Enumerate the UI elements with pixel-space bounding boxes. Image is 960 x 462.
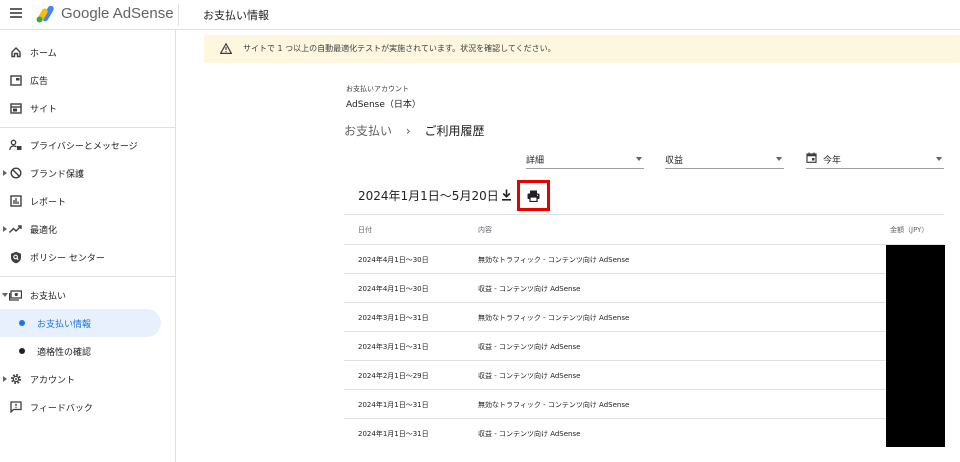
table-row[interactable]: 2024年1月1日～31日 無効なトラフィック - コンテンツ向け AdSens… bbox=[344, 389, 944, 418]
expand-icon bbox=[3, 376, 7, 382]
reports-icon bbox=[9, 195, 22, 208]
sidebar-item-optimization[interactable]: 最適化 bbox=[0, 215, 176, 243]
gear-icon bbox=[9, 373, 22, 386]
sidebar-item-sites[interactable]: サイト bbox=[0, 94, 176, 122]
ads-icon bbox=[9, 74, 22, 87]
row-description: 収益 - コンテンツ向け AdSense bbox=[478, 372, 581, 380]
sidebar-divider bbox=[0, 276, 176, 277]
sidebar-item-reports[interactable]: レポート bbox=[0, 187, 176, 215]
row-description: 無効なトラフィック - コンテンツ向け AdSense bbox=[478, 401, 630, 409]
table-row[interactable]: 2024年3月1日～31日 収益 - コンテンツ向け AdSense bbox=[344, 331, 944, 360]
row-date: 2024年3月1日～31日 bbox=[358, 343, 429, 351]
breadcrumb-current: ご利用履歴 bbox=[424, 124, 485, 138]
row-description: 収益 - コンテンツ向け AdSense bbox=[478, 430, 581, 438]
app-name: Google AdSense bbox=[61, 5, 174, 22]
payments-icon bbox=[9, 289, 22, 302]
row-description: 収益 - コンテンツ向け AdSense bbox=[478, 343, 581, 351]
table-divider bbox=[344, 214, 944, 215]
bullet-icon bbox=[19, 320, 25, 326]
chevron-down-icon bbox=[636, 157, 642, 161]
chevron-down-icon bbox=[936, 157, 942, 161]
sites-icon bbox=[9, 102, 22, 115]
sidebar-item-eligibility[interactable]: 適格性の確認 bbox=[0, 337, 176, 365]
sidebar-item-ads[interactable]: 広告 bbox=[0, 66, 176, 94]
column-header-date: 日付 bbox=[358, 226, 372, 234]
row-date: 2024年4月1日～30日 bbox=[358, 256, 429, 264]
sidebar-item-privacy[interactable]: プライバシーとメッセージ bbox=[0, 131, 176, 159]
sidebar-item-brand-safety[interactable]: ブランド保護 bbox=[0, 159, 176, 187]
sidebar-item-payments[interactable]: お支払い bbox=[0, 281, 176, 309]
redacted-amounts bbox=[886, 245, 945, 447]
chevron-right-icon: › bbox=[405, 124, 411, 138]
sidebar: ホーム 広告 サイト プライバシーとメッセージ ブランド保護 レポート 最適化 … bbox=[0, 30, 176, 462]
sidebar-item-feedback[interactable]: フィードバック bbox=[0, 393, 176, 421]
table-row[interactable]: 2024年4月1日～30日 無効なトラフィック - コンテンツ向け AdSens… bbox=[344, 244, 944, 273]
top-divider bbox=[178, 4, 179, 26]
notification-banner: サイトで 1 つ以上の自動最適化テストが実施されています。状況を確認してください… bbox=[204, 35, 960, 63]
calendar-icon bbox=[806, 152, 817, 163]
row-description: 無効なトラフィック - コンテンツ向け AdSense bbox=[478, 314, 630, 322]
row-date: 2024年1月1日～31日 bbox=[358, 401, 429, 409]
column-header-amount: 金額（JPY） bbox=[890, 226, 929, 234]
sidebar-divider bbox=[0, 127, 176, 128]
warning-icon bbox=[220, 43, 232, 54]
home-icon bbox=[9, 46, 22, 59]
download-icon bbox=[501, 189, 511, 201]
policy-icon bbox=[9, 251, 22, 264]
page-title: お支払い情報 bbox=[203, 9, 269, 22]
print-icon bbox=[527, 190, 540, 202]
row-date: 2024年1月1日～31日 bbox=[358, 430, 429, 438]
period-select[interactable]: 今年 bbox=[806, 149, 944, 169]
row-date: 2024年3月1日～31日 bbox=[358, 314, 429, 322]
row-description: 収益 - コンテンツ向け AdSense bbox=[478, 285, 581, 293]
breadcrumb: お支払い › ご利用履歴 bbox=[344, 122, 485, 139]
banner-text: サイトで 1 つ以上の自動最適化テストが実施されています。状況を確認してください… bbox=[243, 44, 556, 53]
feedback-icon bbox=[9, 401, 22, 414]
type-select[interactable]: 収益 bbox=[665, 149, 784, 169]
download-button[interactable] bbox=[499, 188, 513, 202]
date-range-title: 2024年1月1日～5月20日 bbox=[358, 189, 499, 203]
column-header-description: 内容 bbox=[478, 226, 492, 234]
optimization-icon bbox=[9, 223, 22, 236]
chevron-down-icon bbox=[776, 157, 782, 161]
collapse-icon bbox=[2, 293, 8, 297]
adsense-logo-icon bbox=[36, 5, 54, 23]
table-row[interactable]: 2024年4月1日～30日 収益 - コンテンツ向け AdSense bbox=[344, 273, 944, 302]
sidebar-item-policy-center[interactable]: ポリシー センター bbox=[0, 243, 176, 271]
expand-icon bbox=[3, 170, 7, 176]
table-row[interactable]: 2024年2月1日～29日 収益 - コンテンツ向け AdSense bbox=[344, 360, 944, 389]
top-bar: Google AdSense お支払い情報 bbox=[0, 0, 960, 30]
detail-select[interactable]: 詳細 bbox=[526, 149, 644, 169]
privacy-icon bbox=[9, 139, 22, 152]
bullet-icon bbox=[19, 348, 25, 354]
sidebar-item-account[interactable]: アカウント bbox=[0, 365, 176, 393]
expand-icon bbox=[3, 226, 7, 232]
row-description: 無効なトラフィック - コンテンツ向け AdSense bbox=[478, 256, 630, 264]
payment-account-label: お支払いアカウント bbox=[346, 85, 409, 93]
brand-safety-icon bbox=[9, 167, 22, 180]
menu-icon[interactable] bbox=[10, 8, 22, 18]
payment-account-name: AdSense（日本） bbox=[346, 100, 421, 110]
row-date: 2024年4月1日～30日 bbox=[358, 285, 429, 293]
table-row[interactable]: 2024年3月1日～31日 無効なトラフィック - コンテンツ向け AdSens… bbox=[344, 302, 944, 331]
sidebar-item-payments-info[interactable]: お支払い情報 bbox=[0, 309, 161, 337]
sidebar-item-home[interactable]: ホーム bbox=[0, 38, 176, 66]
row-date: 2024年2月1日～29日 bbox=[358, 372, 429, 380]
print-button[interactable] bbox=[517, 180, 550, 211]
table-row[interactable]: 2024年1月1日～31日 収益 - コンテンツ向け AdSense bbox=[344, 418, 944, 447]
breadcrumb-payments-link[interactable]: お支払い bbox=[344, 124, 392, 138]
